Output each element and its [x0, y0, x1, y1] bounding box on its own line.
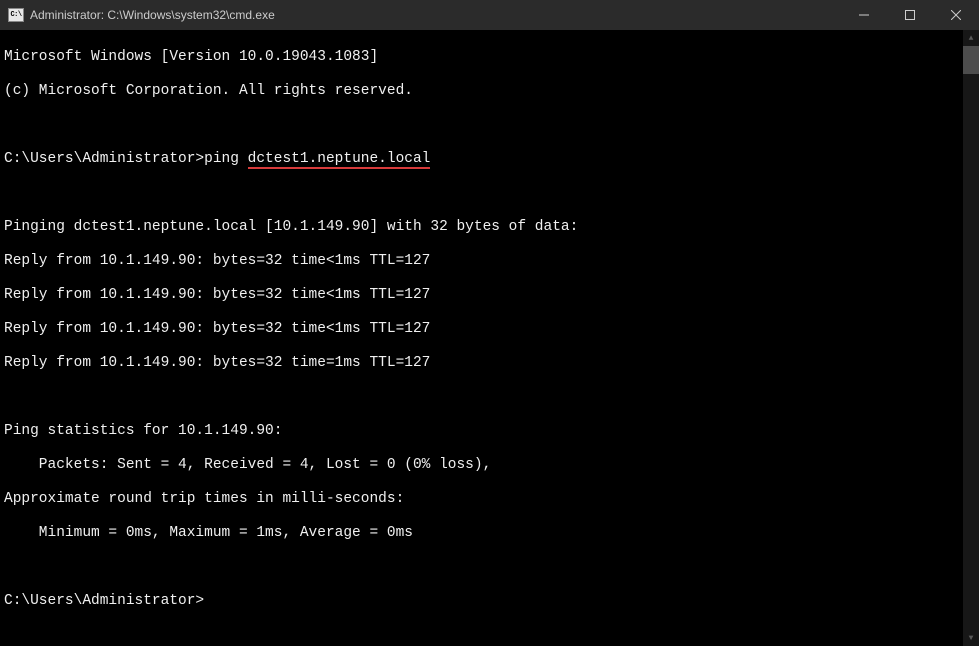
output-line [4, 185, 959, 202]
prompt: C:\Users\Administrator> [4, 151, 204, 167]
scroll-down-arrow-icon[interactable]: ▼ [963, 630, 979, 646]
output-line [4, 117, 959, 134]
output-line: Microsoft Windows [Version 10.0.19043.10… [4, 49, 959, 66]
output-line: Reply from 10.1.149.90: bytes=32 time=1m… [4, 355, 959, 372]
output-line: Packets: Sent = 4, Received = 4, Lost = … [4, 457, 959, 474]
output-line: (c) Microsoft Corporation. All rights re… [4, 83, 959, 100]
cmd-icon: C:\ [8, 8, 24, 22]
terminal-output[interactable]: Microsoft Windows [Version 10.0.19043.10… [0, 30, 963, 646]
scrollbar-thumb[interactable] [963, 46, 979, 74]
close-icon [951, 10, 961, 20]
output-line [4, 559, 959, 576]
scroll-up-arrow-icon[interactable]: ▲ [963, 30, 979, 46]
window-controls [841, 0, 979, 30]
output-line: Approximate round trip times in milli-se… [4, 491, 959, 508]
close-button[interactable] [933, 0, 979, 30]
minimize-icon [859, 10, 869, 20]
minimize-button[interactable] [841, 0, 887, 30]
terminal-area: Microsoft Windows [Version 10.0.19043.10… [0, 30, 979, 646]
output-line: Minimum = 0ms, Maximum = 1ms, Average = … [4, 525, 959, 542]
output-line: Reply from 10.1.149.90: bytes=32 time<1m… [4, 253, 959, 270]
vertical-scrollbar[interactable]: ▲ ▼ [963, 30, 979, 646]
command-text: ping [204, 151, 248, 167]
window-title: Administrator: C:\Windows\system32\cmd.e… [30, 8, 841, 22]
output-line: Reply from 10.1.149.90: bytes=32 time<1m… [4, 321, 959, 338]
maximize-button[interactable] [887, 0, 933, 30]
maximize-icon [905, 10, 915, 20]
command-line: C:\Users\Administrator>ping dctest1.nept… [4, 151, 959, 168]
output-line [4, 389, 959, 406]
output-line: Reply from 10.1.149.90: bytes=32 time<1m… [4, 287, 959, 304]
titlebar[interactable]: C:\ Administrator: C:\Windows\system32\c… [0, 0, 979, 30]
cmd-window: C:\ Administrator: C:\Windows\system32\c… [0, 0, 979, 512]
output-line: Pinging dctest1.neptune.local [10.1.149.… [4, 219, 959, 236]
ping-target-highlight: dctest1.neptune.local [248, 151, 431, 169]
prompt-line: C:\Users\Administrator> [4, 593, 959, 610]
output-line: Ping statistics for 10.1.149.90: [4, 423, 959, 440]
